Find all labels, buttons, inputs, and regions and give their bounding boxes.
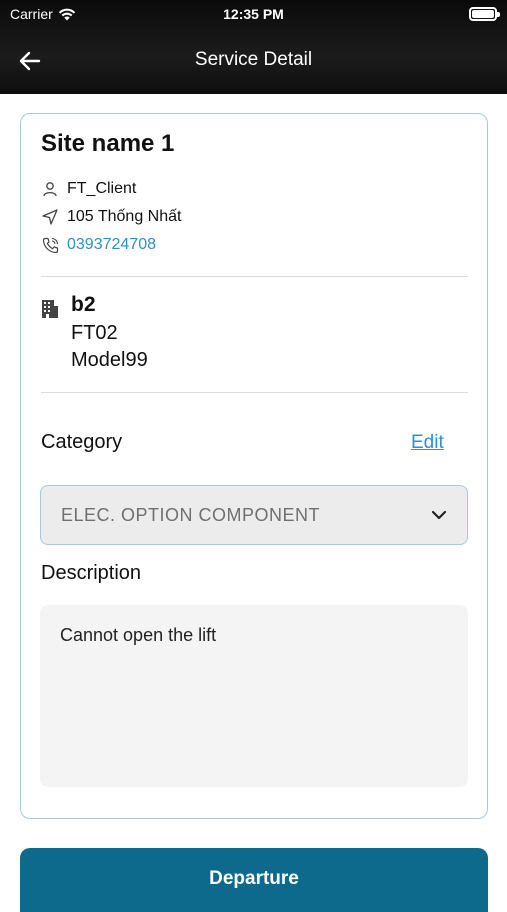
description-text: Cannot open the lift — [60, 625, 217, 645]
address-text: 105 Thống Nhất — [67, 208, 182, 225]
service-detail-card: Site name 1 FT_Client 105 Thống Nhất 039… — [20, 113, 488, 819]
chevron-down-icon — [431, 510, 447, 520]
building-code: FT02 — [71, 322, 118, 344]
departure-button[interactable]: Departure — [20, 848, 488, 912]
description-label: Description — [41, 562, 142, 584]
category-label: Category — [41, 431, 123, 453]
category-selected-value: ELEC. OPTION COMPONENT — [61, 504, 321, 525]
phone-row[interactable]: 0393724708 — [41, 236, 156, 254]
battery-icon — [469, 7, 500, 21]
departure-label: Departure — [209, 868, 299, 889]
category-select[interactable]: ELEC. OPTION COMPONENT — [40, 485, 468, 545]
client-row: FT_Client — [41, 180, 136, 198]
clock: 12:35 PM — [223, 6, 284, 22]
edit-category-link[interactable]: Edit — [411, 432, 444, 454]
navigation-icon — [41, 208, 59, 226]
nav-bar: Service Detail — [0, 40, 507, 80]
status-bar: Carrier 12:35 PM — [0, 0, 507, 28]
building-icon — [41, 299, 59, 319]
client-name: FT_Client — [67, 180, 137, 197]
page-title: Service Detail — [194, 49, 313, 70]
divider — [41, 276, 468, 277]
building-name: b2 — [71, 293, 96, 316]
site-name: Site name 1 — [41, 130, 175, 157]
divider — [41, 392, 468, 393]
description-field[interactable]: Cannot open the lift — [40, 605, 468, 787]
person-icon — [41, 180, 59, 198]
building-model: Model99 — [71, 349, 148, 371]
phone-icon — [41, 236, 59, 254]
phone-link[interactable]: 0393724708 — [67, 236, 156, 254]
address-row: 105 Thống Nhất — [41, 208, 181, 226]
app-header: Carrier 12:35 PM Service Detail — [0, 0, 507, 94]
